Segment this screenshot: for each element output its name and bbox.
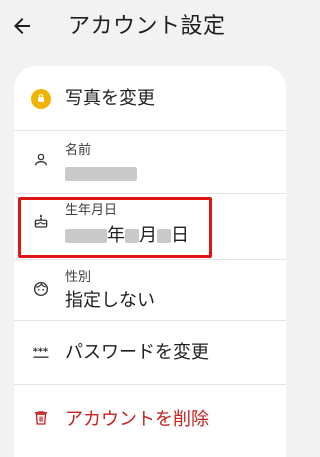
change-password-row[interactable]: *** パスワードを変更 xyxy=(14,321,286,384)
gender-row[interactable]: 性別 指定しない xyxy=(14,260,286,320)
name-caption: 名前 xyxy=(65,143,92,158)
password-dots-icon: *** xyxy=(33,346,49,358)
settings-card: 写真を変更 名前 生年月日 年月日 性別 指定しない *** パスワードを変更 … xyxy=(14,66,286,457)
delete-account-row[interactable]: アカウントを削除 xyxy=(14,385,286,457)
change-password-label: パスワードを変更 xyxy=(65,342,209,363)
svg-text:***: *** xyxy=(33,346,48,357)
gender-caption: 性別 xyxy=(65,270,92,285)
name-value xyxy=(65,162,137,186)
top-bar: アカウント設定 xyxy=(0,0,300,56)
gender-value: 指定しない xyxy=(65,290,155,311)
person-icon xyxy=(35,153,47,166)
change-photo-label: 写真を変更 xyxy=(65,88,155,109)
face-icon xyxy=(33,281,49,297)
trash-icon xyxy=(35,411,47,425)
arrow-left-icon[interactable] xyxy=(10,14,34,38)
redacted-name xyxy=(65,167,137,181)
avatar-lock-icon xyxy=(31,89,51,109)
page-title: アカウント設定 xyxy=(68,14,226,39)
delete-account-label: アカウントを削除 xyxy=(65,409,209,430)
change-photo-row[interactable]: 写真を変更 xyxy=(14,66,286,130)
name-row[interactable]: 名前 xyxy=(14,131,286,193)
highlight-box xyxy=(18,197,212,258)
